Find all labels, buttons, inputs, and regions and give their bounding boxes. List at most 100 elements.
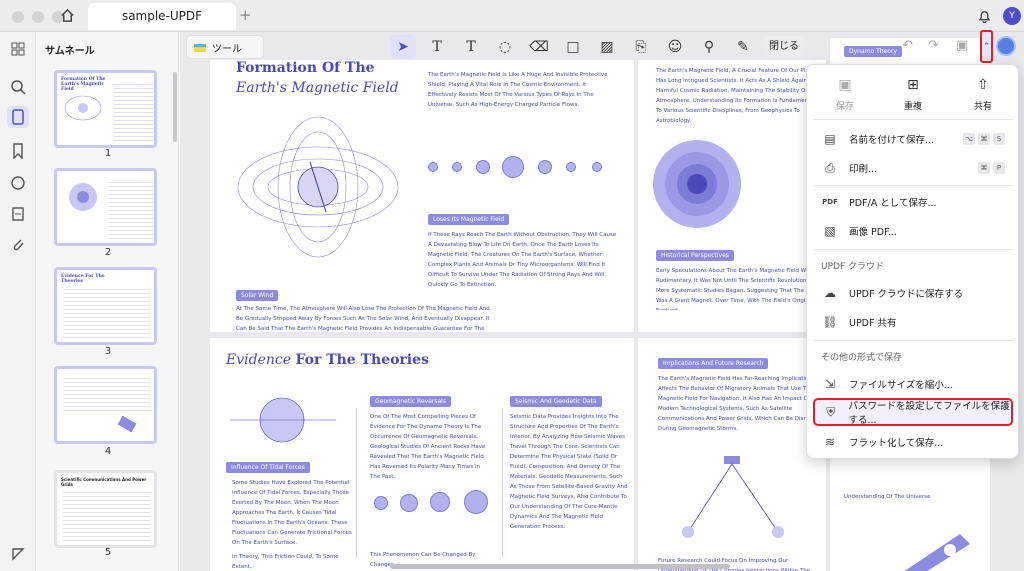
save-as-item[interactable]: ▤ 名前を付けて保存... ⌥ ⌘ S	[813, 125, 1013, 153]
left-icon-rail	[0, 32, 36, 571]
earth-layers-diagram	[653, 140, 741, 228]
satellite-link-diagram	[682, 456, 784, 538]
share-icon: ⇧	[977, 77, 989, 93]
impl-text: The Earth's Magnetic Field Has Far-Reach…	[658, 376, 822, 432]
thumbnail-diagram	[69, 183, 97, 211]
planet-row	[428, 156, 618, 190]
thumbnail-number: 2	[104, 247, 112, 258]
save-icon[interactable]: ▣	[956, 38, 980, 58]
toolbox-icon	[194, 44, 206, 52]
bookmark-icon[interactable]	[7, 140, 29, 162]
seis-text: Seismic Data Provides Insights Into The …	[510, 414, 628, 530]
pdfa-icon: PDF	[822, 198, 838, 206]
shield-lock-icon: ⛨	[826, 404, 836, 419]
bell-icon[interactable]	[977, 8, 992, 24]
title-bar: sample-UPDF + Y	[0, 0, 1024, 32]
form-icon[interactable]	[7, 203, 29, 225]
page-thumbnail-2[interactable]	[54, 168, 157, 246]
section-heading: Geomagnetic Reversals	[370, 396, 451, 407]
minimize-window-button[interactable]	[32, 11, 44, 23]
home-icon[interactable]	[60, 8, 75, 23]
thumbnail-number: 3	[104, 346, 112, 357]
section-heading: Historical Perspectives	[656, 250, 734, 261]
page-title: Formation Of The	[236, 60, 375, 76]
save-as-icon: ▤	[824, 132, 836, 146]
section-heading: Loses Its Magnetic Field	[428, 214, 510, 225]
page-title: Evidence For The Theories	[226, 352, 429, 368]
page-thumbnail-5[interactable]: Scientific Communications And Power Grid…	[54, 470, 157, 548]
layers-icon[interactable]	[7, 543, 29, 565]
protect-with-password-item[interactable]: ⛨ パスワードを設定してファイルを保護する...	[813, 398, 1013, 426]
eraser-tool-icon[interactable]: ⌫	[526, 35, 552, 59]
close-edit-button[interactable]: 閉じる	[764, 36, 804, 58]
reversal-diagram	[230, 397, 336, 443]
main-toolbar: ツール ➤ T T ◌ ⌫ □ ▨ ⎘ ☺ ⚲ ✎ 閉じる	[180, 32, 830, 62]
save-button[interactable]: ▣ 保存	[815, 77, 875, 112]
thumbnail-panel: サムネール Formation Of The Earth's Magnetic …	[37, 32, 179, 571]
hist-text: Early Speculations About The Earth's Mag…	[656, 268, 821, 310]
page-subtitle: Earth's Magnetic Field	[236, 80, 399, 96]
ai-assistant-icon[interactable]	[996, 36, 1016, 56]
magnetic-field-diagram	[237, 116, 399, 258]
thumbnail-panel-icon[interactable]	[7, 38, 29, 60]
undo-icon[interactable]: ↶	[902, 38, 926, 58]
reduce-size-item[interactable]: ⇲ ファイルサイズを縮小...	[813, 370, 1013, 398]
image-pdf-icon: ▧	[824, 224, 836, 238]
search-icon[interactable]	[7, 76, 29, 98]
share-button[interactable]: ⇧ 共有	[953, 77, 1013, 112]
shape-tool-icon[interactable]: □	[560, 35, 586, 59]
compress-icon: ⇲	[824, 377, 836, 391]
print-icon: ⎙	[825, 160, 835, 175]
pattern-tool-icon[interactable]: ▨	[594, 35, 620, 59]
redo-icon[interactable]: ↷	[928, 38, 952, 58]
stamp-tool-icon[interactable]: ⚲	[696, 35, 722, 59]
save-menu: ▣ 保存 ⊞ 重複 ⇧ 共有 ▤ 名前を付けて保存... ⌥ ⌘ S ⎙ 印刷... ⌘ P PDF…	[806, 64, 1019, 459]
save-menu-chevron-icon[interactable]: ⌃	[980, 30, 993, 63]
new-tab-button[interactable]: +	[239, 6, 252, 24]
duplicate-button[interactable]: ⊞ 重複	[883, 77, 943, 112]
print-item[interactable]: ⎙ 印刷... ⌘ P	[813, 154, 1013, 182]
thumbnail-scrollbar[interactable]	[173, 72, 177, 142]
satellite-icon	[117, 415, 137, 433]
section-heading: Solar Wind	[236, 290, 279, 301]
pages-icon[interactable]	[7, 106, 29, 128]
select-tool-icon[interactable]: ➤	[390, 35, 416, 59]
save-pdfa-item[interactable]: PDF PDF/A として保存...	[813, 188, 1013, 216]
save-icon: ▣	[838, 77, 852, 93]
cloud-section-heading: UPDF クラウド	[821, 262, 884, 272]
comment-icon[interactable]	[7, 172, 29, 194]
tidal-text: Some Studies Have Explored The Potential…	[232, 480, 352, 546]
thumbnail-number: 5	[104, 547, 112, 558]
flatten-save-item[interactable]: ≋ フラット化して保存...	[813, 428, 1013, 456]
planet-row	[374, 488, 494, 518]
flatten-icon: ≋	[824, 435, 836, 449]
rocket-icon	[904, 534, 970, 571]
comment-tool-icon[interactable]: ◌	[492, 35, 518, 59]
page-2-right: Implications And Future Research The Ear…	[638, 338, 826, 571]
signature-tool-icon[interactable]: ✎	[730, 35, 756, 59]
document-tab[interactable]: sample-UPDF	[88, 3, 236, 30]
attachment-icon[interactable]	[7, 233, 29, 255]
page-thumbnail-1[interactable]: Formation Of The Earth's Magnetic Field	[54, 70, 157, 148]
close-window-button[interactable]	[12, 11, 24, 23]
tools-button[interactable]: ツール	[186, 35, 264, 59]
attach-tool-icon[interactable]: ⎘	[628, 35, 654, 59]
page-1-right: The Earth's Magnetic Field, A Crucial Fe…	[638, 60, 826, 332]
section-heading: Seismic And Geodetic Data	[510, 396, 602, 407]
page-thumbnail-3[interactable]: Evidence For The Theories	[54, 267, 157, 345]
section-heading: Influence Of Tidal Forces	[226, 462, 310, 473]
page-2-left: Evidence For The Theories Influence Of T…	[210, 338, 634, 571]
shortcut: ⌥ ⌘ S	[963, 133, 1005, 145]
text-tool-icon[interactable]: T	[424, 35, 450, 59]
text-box-tool-icon[interactable]: T	[458, 35, 484, 59]
page-thumbnail-4[interactable]	[54, 366, 157, 444]
avatar[interactable]: Y	[1003, 7, 1021, 25]
image-pdf-item[interactable]: ▧ 画像 PDF...	[813, 217, 1013, 245]
sticker-tool-icon[interactable]: ☺	[662, 35, 688, 59]
horizontal-scrollbar[interactable]	[390, 564, 730, 569]
updf-share-item[interactable]: ⛓ UPDF 共有	[813, 308, 1013, 336]
intro-text: The Earth's Magnetic Field Is Like A Hug…	[428, 72, 608, 108]
thumbnail-number: 4	[104, 446, 112, 457]
duplicate-icon: ⊞	[907, 77, 919, 93]
save-to-cloud-item[interactable]: ☁ UPDF クラウドに保存する	[813, 279, 1013, 307]
